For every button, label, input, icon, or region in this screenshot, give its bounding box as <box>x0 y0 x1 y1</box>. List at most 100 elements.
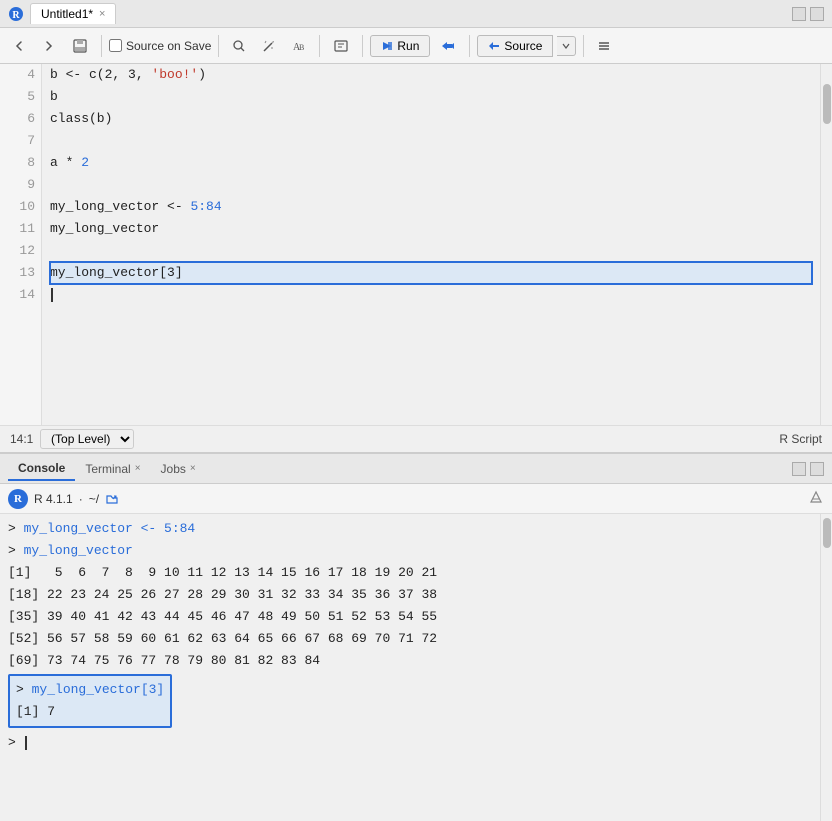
tab-title: Untitled1* <box>41 7 93 21</box>
console-output-3: [35] 39 40 41 42 43 44 45 46 47 48 49 50… <box>8 606 812 628</box>
console-cursor <box>25 736 27 750</box>
r-logo: R <box>8 489 28 509</box>
code-area[interactable]: b <- c(2, 3, 'boo!') b class(b) a * 2 my… <box>42 64 820 425</box>
line-num-5: 5 <box>0 86 35 108</box>
editor-main: 4 5 6 7 8 9 10 11 12 13 14 b <- c(2, 3, … <box>0 64 832 454</box>
terminal-tab[interactable]: Terminal × <box>75 458 150 480</box>
hamburger-icon <box>597 40 611 52</box>
hamburger-button[interactable] <box>591 37 617 55</box>
svg-text:B: B <box>299 43 304 52</box>
separator6 <box>583 35 584 57</box>
app-icon: R <box>8 6 24 22</box>
console-window-controls <box>792 462 824 476</box>
search-button[interactable] <box>226 36 252 56</box>
line-num-7: 7 <box>0 130 35 152</box>
source-on-save-label[interactable]: Source on Save <box>109 39 211 53</box>
console-toolbar: R R 4.1.1 · ~/ <box>0 484 832 514</box>
code-line-4: b <- c(2, 3, 'boo!') <box>50 64 812 86</box>
search-icon <box>232 39 246 53</box>
code-line-14 <box>50 284 812 306</box>
console-scrollbar[interactable] <box>820 514 832 821</box>
cursor-position: 14:1 <box>10 432 33 446</box>
save-icon <box>72 38 88 54</box>
save-button[interactable] <box>66 35 94 57</box>
jobs-tab-label: Jobs <box>161 462 186 476</box>
console-line-cmd2: > my_long_vector <box>8 540 812 562</box>
separator2 <box>218 35 219 57</box>
console-highlighted-section: > my_long_vector[3] [1] 7 <box>8 674 812 728</box>
compile-button[interactable] <box>327 35 355 57</box>
title-bar: R Untitled1* × <box>0 0 832 28</box>
scope-dropdown[interactable]: (Top Level) <box>40 429 134 449</box>
console-output[interactable]: > my_long_vector <- 5:84 > my_long_vecto… <box>0 514 820 821</box>
editor-scrollbar[interactable] <box>820 64 832 425</box>
console-highlight-block: > my_long_vector[3] [1] 7 <box>8 674 172 728</box>
rerun-button[interactable] <box>434 36 462 56</box>
console-output-1: [1] 5 6 7 8 9 10 11 12 13 14 15 16 17 18… <box>8 562 812 584</box>
code-line-8: a * 2 <box>50 152 812 174</box>
jobs-close-icon[interactable]: × <box>190 463 196 474</box>
forward-icon <box>42 39 56 53</box>
code-line-10: my_long_vector <- 5:84 <box>50 196 812 218</box>
minimize-button[interactable] <box>792 7 806 21</box>
code-line-7 <box>50 130 812 152</box>
chevron-down-icon <box>562 43 570 49</box>
console-tab-label: Console <box>18 461 65 475</box>
editor-tab[interactable]: Untitled1* × <box>30 3 116 24</box>
editor-status-bar: 14:1 (Top Level) R Script <box>0 425 832 453</box>
run-label: Run <box>397 39 419 53</box>
source-run-icon <box>488 40 500 52</box>
code-line-11: my_long_vector <box>50 218 812 240</box>
code-line-12 <box>50 240 812 262</box>
run-button[interactable]: Run <box>370 35 430 57</box>
line-num-14: 14 <box>0 284 35 306</box>
clear-icon <box>808 489 824 505</box>
source-button[interactable]: Source <box>477 35 553 57</box>
back-button[interactable] <box>6 36 32 56</box>
clear-console-btn[interactable] <box>808 489 824 508</box>
bottom-section: Console Terminal × Jobs × R R 4.1.1 · ~/ <box>0 454 832 821</box>
line-num-11: 11 <box>0 218 35 240</box>
back-icon <box>12 39 26 53</box>
line-num-4: 4 <box>0 64 35 86</box>
console-maximize-btn[interactable] <box>810 462 824 476</box>
source-label: Source <box>504 39 542 53</box>
terminal-tab-label: Terminal <box>85 462 130 476</box>
code-line-9 <box>50 174 812 196</box>
working-dir: ~/ <box>89 492 99 506</box>
separator <box>101 35 102 57</box>
console-output-2: [18] 22 23 24 25 26 27 28 29 30 31 32 33… <box>8 584 812 606</box>
tab-close-icon[interactable]: × <box>99 8 105 20</box>
window-controls <box>792 7 824 21</box>
source-on-save-checkbox[interactable] <box>109 39 122 52</box>
spell-check-button[interactable]: A B <box>286 36 312 56</box>
console-body: > my_long_vector <- 5:84 > my_long_vecto… <box>0 514 832 821</box>
line-numbers: 4 5 6 7 8 9 10 11 12 13 14 <box>0 64 42 425</box>
console-line-cmd1: > my_long_vector <- 5:84 <box>8 518 812 540</box>
folder-link-icon <box>105 492 119 506</box>
line-num-8: 8 <box>0 152 35 174</box>
forward-button[interactable] <box>36 36 62 56</box>
svg-text:R: R <box>12 10 20 21</box>
console-tab[interactable]: Console <box>8 457 75 481</box>
editor-toolbar: Source on Save A B <box>0 28 832 64</box>
source-dropdown-button[interactable] <box>557 36 576 56</box>
text-cursor <box>51 288 53 302</box>
editor-content[interactable]: 4 5 6 7 8 9 10 11 12 13 14 b <- c(2, 3, … <box>0 64 832 425</box>
spell-check-icon: A B <box>292 39 306 53</box>
code-line-13[interactable]: my_long_vector[3] <box>50 262 812 284</box>
console-output-5: [69] 73 74 75 76 77 78 79 80 81 82 83 84 <box>8 650 812 672</box>
maximize-button[interactable] <box>810 7 824 21</box>
editor-scrollbar-thumb[interactable] <box>823 84 831 124</box>
line-num-6: 6 <box>0 108 35 130</box>
line-num-9: 9 <box>0 174 35 196</box>
terminal-close-icon[interactable]: × <box>135 463 141 474</box>
separator3 <box>319 35 320 57</box>
jobs-tab[interactable]: Jobs × <box>151 458 206 480</box>
rerun-icon <box>440 39 456 53</box>
r-version: R 4.1.1 <box>34 492 73 506</box>
console-minimize-btn[interactable] <box>792 462 806 476</box>
magic-wand-button[interactable] <box>256 36 282 56</box>
console-scrollbar-thumb[interactable] <box>823 518 831 548</box>
separator4 <box>362 35 363 57</box>
